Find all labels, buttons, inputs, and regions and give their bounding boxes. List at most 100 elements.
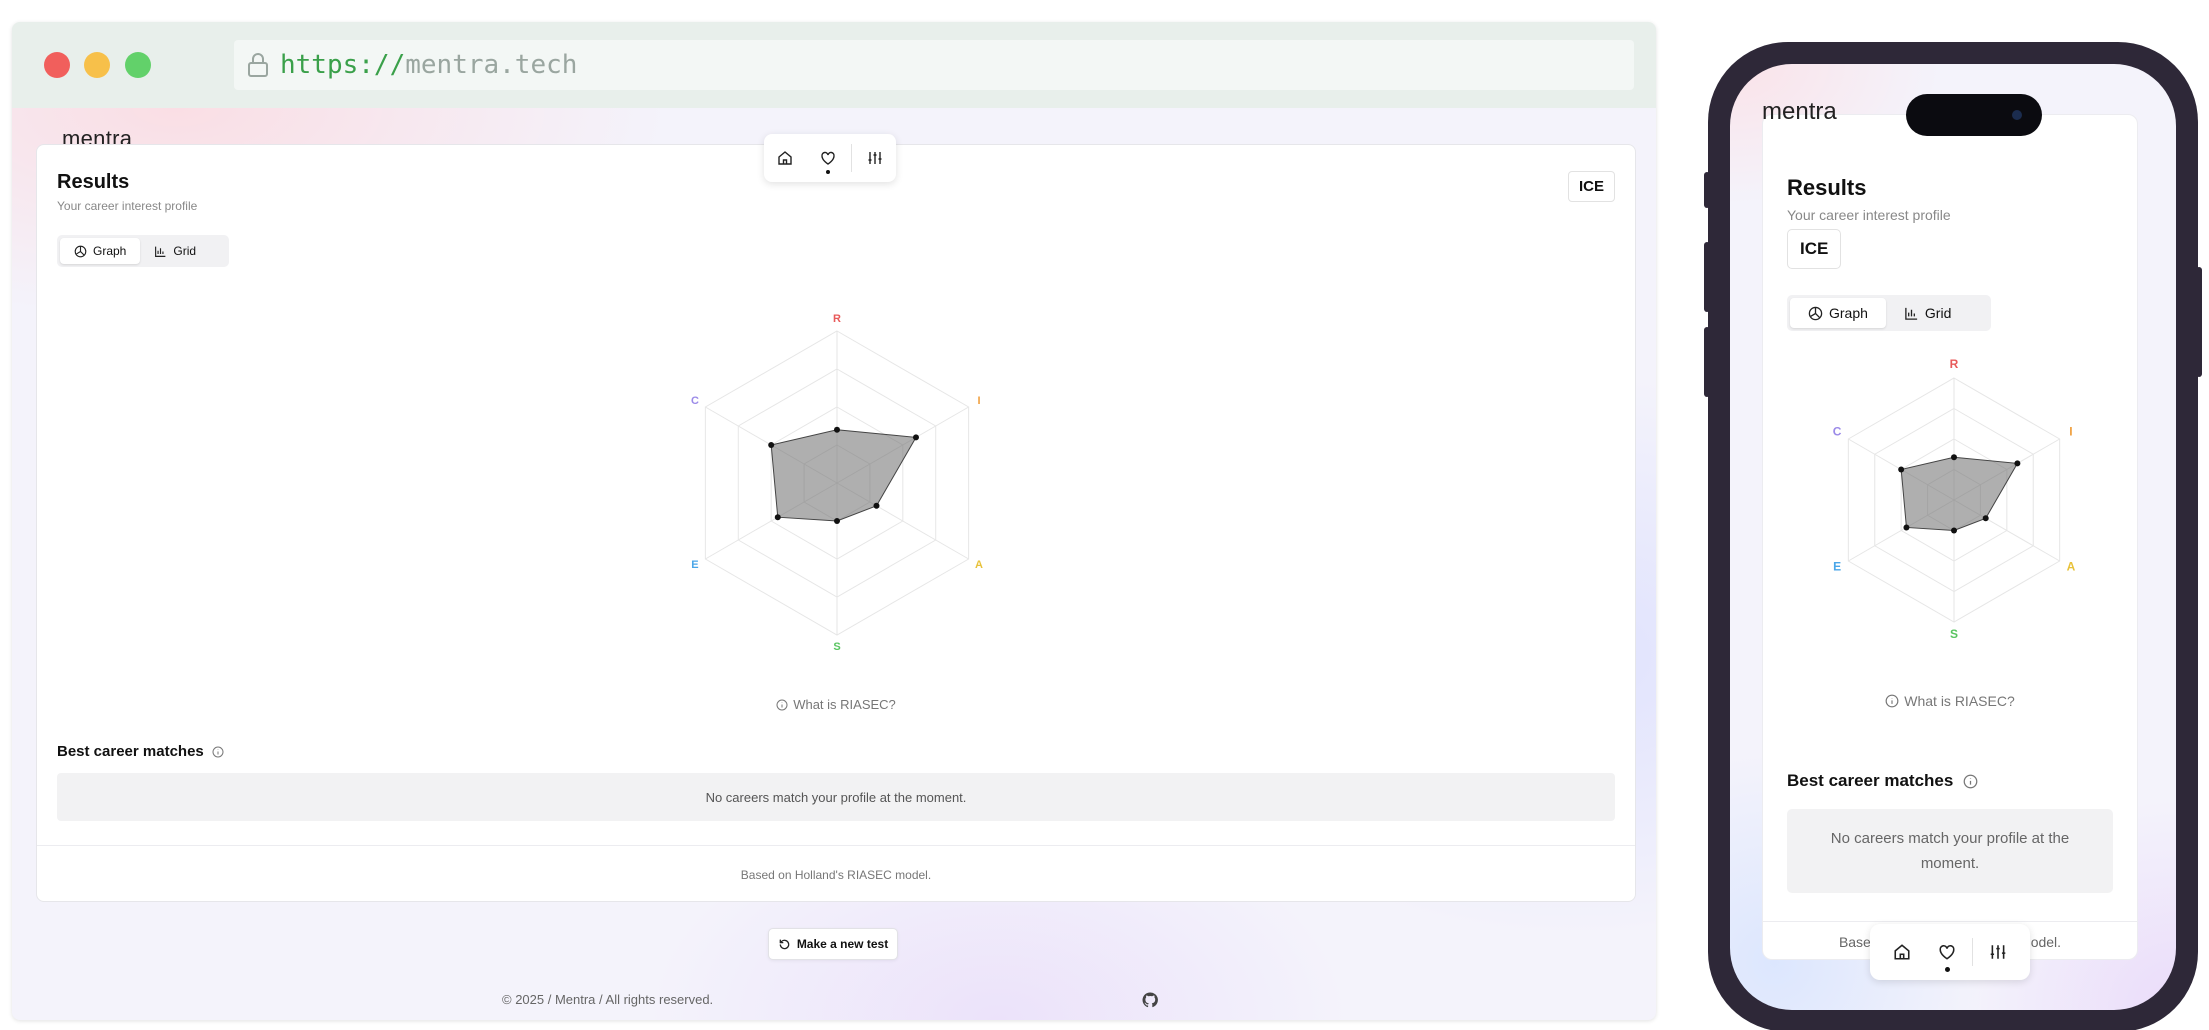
radar-data-point [768, 442, 775, 448]
bar-chart-icon [1905, 307, 1918, 320]
url-host: mentra.tech [405, 50, 578, 80]
graph-icon [74, 245, 87, 257]
radar-axis-label: S [1950, 627, 1958, 639]
riasec-code-badge: ICE [1567, 171, 1615, 202]
phone-frame: Results Your career interest profile ICE… [1704, 42, 2202, 1030]
refresh-icon [779, 939, 790, 949]
close-window-button[interactable] [44, 52, 70, 78]
sliders-icon [868, 152, 882, 164]
mobile-grid-view-label: Grid [1924, 305, 1952, 321]
info-icon [1885, 694, 1899, 708]
camera-icon [2012, 110, 2022, 120]
view-toggle: Graph Grid [57, 235, 229, 267]
radar-data-point [1903, 524, 1910, 531]
what-is-riasec-label: What is RIASEC? [793, 697, 896, 712]
page-subtitle: Your career interest profile [57, 199, 198, 213]
mobile-career-matches-heading: Best career matches [1787, 771, 1978, 791]
career-matches-title: Best career matches [57, 743, 204, 760]
radar-axis-label: E [691, 559, 698, 571]
info-icon[interactable] [212, 746, 224, 758]
stage: https://mentra.tech mentra Results Your … [0, 0, 2209, 1030]
card-footer-note: Based on Holland's RIASEC model. [37, 845, 1635, 903]
mobile-what-is-riasec-label: What is RIASEC? [1904, 693, 2015, 709]
radar-axis-label: E [1833, 560, 1841, 574]
nav-divider [850, 144, 852, 172]
mobile-nav-settings-button[interactable] [1976, 924, 2020, 980]
heart-icon [1939, 944, 1955, 960]
graph-view-label: Graph [93, 244, 127, 258]
mobile-what-is-riasec-link[interactable]: What is RIASEC? [1763, 693, 2137, 709]
grid-view-label: Grid [173, 244, 197, 258]
radar-data-point [1982, 515, 1989, 522]
radar-axis-label: I [2069, 425, 2072, 439]
mobile-career-matches-title: Best career matches [1787, 771, 1954, 790]
mobile-graph-view-label: Graph [1829, 305, 1868, 321]
phone-screen: Results Your career interest profile ICE… [1730, 64, 2176, 1010]
new-test-button[interactable]: Make a new test [768, 928, 898, 960]
radar-data-point [873, 502, 880, 509]
radar-data-area [1900, 456, 2019, 532]
riasec-radar-chart: R I A S E C [691, 313, 983, 653]
phone-action-button [1704, 172, 1710, 208]
phone-power-button [2196, 267, 2202, 377]
mobile-no-careers-message: No careers match your profile at the mom… [1787, 809, 2113, 893]
info-icon [776, 699, 788, 710]
browser-titlebar: https://mentra.tech [12, 22, 1656, 108]
what-is-riasec-link[interactable]: What is RIASEC? [37, 697, 1635, 712]
radar-axis-label: R [1950, 359, 1959, 371]
mobile-app-logo[interactable]: mentra [1762, 98, 1837, 126]
mobile-graph-view-button[interactable]: Graph [1790, 298, 1886, 328]
github-icon[interactable] [1142, 992, 1158, 1008]
radar-axis-label: C [1833, 425, 1842, 439]
nav-divider [1971, 938, 1973, 966]
address-bar[interactable]: https://mentra.tech [234, 40, 1634, 90]
radar-axis-label: A [975, 559, 983, 571]
radar-data-point [1898, 466, 1905, 473]
lock-icon [248, 53, 268, 77]
nav-home-button[interactable] [764, 134, 806, 182]
graph-icon [1808, 306, 1823, 320]
mobile-results-card: Results Your career interest profile ICE… [1762, 114, 2138, 960]
phone-volume-up-button [1704, 242, 1710, 312]
page-title: Results [57, 171, 130, 193]
career-matches-heading: Best career matches [57, 743, 224, 760]
heart-icon [820, 151, 835, 165]
active-indicator [1945, 967, 1951, 972]
mobile-bottom-nav [1870, 924, 2030, 980]
mobile-grid-view-button[interactable]: Grid [1886, 298, 1969, 328]
maximize-window-button[interactable] [125, 52, 151, 78]
new-test-label: Make a new test [796, 937, 889, 951]
grid-view-button[interactable]: Grid [140, 238, 210, 264]
radar-data-area [770, 429, 917, 522]
url-scheme: https:// [280, 50, 406, 80]
radar-data-point [834, 426, 840, 433]
browser-window: https://mentra.tech mentra Results Your … [12, 22, 1656, 1020]
home-icon [1894, 944, 1910, 960]
results-card: Results Your career interest profile ICE… [36, 144, 1636, 902]
radar-axis-label: R [833, 313, 841, 325]
info-icon[interactable] [1963, 774, 1978, 789]
sliders-icon [1990, 945, 2005, 959]
radar-data-point [2014, 460, 2021, 467]
mobile-nav-results-button[interactable] [1925, 924, 1969, 980]
home-icon [778, 151, 792, 165]
radar-axis-label: S [833, 641, 840, 653]
bar-chart-icon [155, 246, 166, 257]
mobile-nav-home-button[interactable] [1880, 924, 1924, 980]
copyright-text: © 2025 / Mentra / All rights reserved. [502, 992, 714, 1007]
nav-results-button[interactable] [806, 134, 848, 182]
radar-axis-label: A [2067, 560, 2076, 574]
no-careers-message: No careers match your profile at the mom… [57, 773, 1615, 821]
mobile-riasec-radar-chart: R I A S E C [1833, 359, 2076, 639]
radar-data-point [1951, 454, 1957, 461]
phone-volume-down-button [1704, 327, 1710, 397]
mobile-page-title: Results [1787, 175, 1867, 200]
radar-axis-label: C [691, 395, 699, 407]
mobile-riasec-code-badge: ICE [1787, 229, 1842, 269]
radar-axis-label: I [977, 395, 980, 407]
graph-view-button[interactable]: Graph [60, 238, 141, 264]
minimize-window-button[interactable] [84, 52, 110, 78]
page-viewport: mentra Results Your career interest prof… [12, 108, 1656, 1020]
radar-data-point [774, 514, 781, 521]
nav-settings-button[interactable] [854, 134, 896, 182]
